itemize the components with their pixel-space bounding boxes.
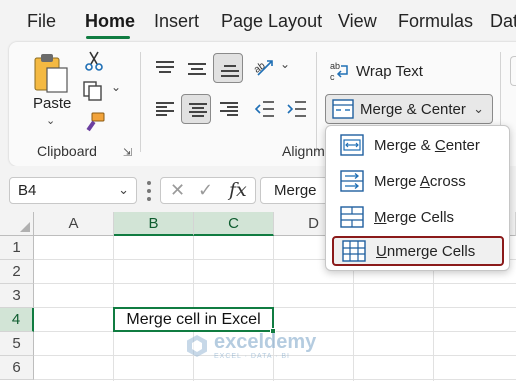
orientation-icon: ab	[252, 60, 273, 76]
menu-item-label: Merge Cells	[374, 208, 455, 226]
watermark-subtitle: EXCEL · DATA · BI	[214, 353, 290, 360]
increase-indent-icon[interactable]	[285, 100, 307, 118]
menu-item-merge-center[interactable]: Merge & Center	[332, 130, 504, 160]
column-header-b[interactable]: B	[114, 212, 194, 236]
format-painter-icon[interactable]	[84, 111, 106, 133]
tab-home[interactable]: Home	[85, 11, 135, 32]
orientation-button[interactable]: ab ⌄	[252, 55, 294, 81]
align-bottom-icon	[221, 62, 239, 77]
paste-icon	[34, 54, 68, 93]
chevron-down-icon[interactable]: ⌄	[473, 101, 484, 117]
group-separator	[316, 52, 317, 152]
tab-insert[interactable]: Insert	[154, 11, 199, 32]
merge-center-label: Merge & Center	[360, 100, 466, 118]
tab-page-layout[interactable]: Page Layout	[221, 11, 322, 32]
align-middle-button[interactable]	[181, 53, 211, 83]
align-center-button[interactable]	[181, 94, 211, 124]
cut-icon[interactable]	[84, 50, 104, 72]
select-all-button[interactable]	[0, 212, 34, 236]
chevron-down-icon: ⌄	[111, 80, 122, 94]
active-cell-b4[interactable]: Merge cell in Excel	[113, 307, 274, 332]
menu-item-merge-across[interactable]: Merge Across	[332, 166, 504, 196]
merge-dropdown-menu: Merge & Center Merge Across Merge Cells	[325, 125, 510, 271]
name-box-value: B4	[18, 182, 37, 199]
decrease-indent-icon[interactable]	[253, 100, 275, 118]
menu-item-label: Unmerge Cells	[376, 242, 476, 260]
row-header-3[interactable]: 3	[0, 284, 34, 308]
ribbon-overflow-button[interactable]	[510, 56, 516, 86]
align-right-button[interactable]	[213, 94, 243, 124]
align-top-icon	[156, 61, 174, 75]
exceldemy-logo-icon	[187, 335, 207, 357]
merge-icon	[332, 99, 354, 119]
row-header-2[interactable]: 2	[0, 260, 34, 284]
menu-item-merge-cells[interactable]: Merge Cells	[332, 202, 504, 232]
row-header-4[interactable]: 4	[0, 308, 34, 332]
gridline	[34, 307, 516, 308]
row-header-1[interactable]: 1	[0, 236, 34, 260]
merge-across-icon	[340, 170, 364, 192]
unmerge-cells-icon	[342, 240, 366, 262]
merge-cells-icon	[340, 206, 364, 228]
tab-file[interactable]: File	[27, 11, 56, 32]
align-left-button[interactable]	[149, 94, 179, 124]
chevron-down-icon: ⌄	[46, 115, 56, 127]
menu-item-label: Merge & Center	[374, 136, 480, 154]
more-options-icon[interactable]	[147, 181, 151, 201]
watermark-title: exceldemy	[214, 331, 317, 353]
svg-text:c: c	[330, 72, 335, 82]
wrap-text-label: Wrap Text	[356, 62, 423, 80]
align-middle-icon	[188, 61, 206, 75]
clipboard-group-label: Clipboard	[37, 143, 97, 159]
formula-buttons: ✕ ✓ fx	[160, 177, 256, 204]
merge-center-button[interactable]: Merge & Center ⌄	[325, 94, 493, 124]
tab-formulas[interactable]: Formulas	[398, 11, 473, 32]
dialog-launcher-icon[interactable]: ⇲	[123, 146, 132, 159]
menu-item-label: Merge Across	[374, 172, 466, 190]
align-right-icon	[220, 102, 238, 116]
tab-view[interactable]: View	[338, 11, 377, 32]
merge-center-icon	[340, 134, 364, 156]
row-header-5[interactable]: 5	[0, 332, 34, 356]
align-left-icon	[156, 102, 174, 116]
watermark: exceldemy EXCEL · DATA · BI	[186, 332, 316, 360]
paste-label: Paste	[33, 95, 72, 112]
column-header-a[interactable]: A	[34, 212, 114, 236]
copy-icon	[83, 81, 102, 101]
copy-button[interactable]: ⌄	[82, 80, 126, 104]
align-top-button[interactable]	[149, 53, 179, 83]
column-header-c[interactable]: C	[194, 212, 274, 236]
align-center-icon	[189, 103, 207, 117]
group-separator	[140, 52, 141, 152]
wrap-text-icon: ab c	[330, 61, 348, 82]
gridline	[34, 283, 516, 284]
paste-button[interactable]: Paste ⌄	[28, 50, 76, 130]
name-box[interactable]: B4 ⌄	[9, 177, 137, 204]
wrap-text-button[interactable]: ab c Wrap Text	[330, 58, 423, 84]
chevron-down-icon: ⌄	[280, 57, 291, 71]
chevron-down-icon[interactable]: ⌄	[118, 182, 129, 198]
menu-item-unmerge-cells[interactable]: Unmerge Cells	[332, 236, 504, 266]
tab-data[interactable]: Dat	[490, 11, 516, 32]
row-header-6[interactable]: 6	[0, 356, 34, 380]
active-tab-indicator	[86, 36, 130, 39]
enter-icon[interactable]: ✓	[198, 180, 213, 201]
svg-text:ab: ab	[330, 61, 340, 71]
menu-tabs: File Home Insert Page Layout View Formul…	[0, 0, 516, 42]
align-bottom-button[interactable]	[213, 53, 243, 83]
cancel-icon[interactable]: ✕	[170, 180, 185, 201]
gridline	[34, 379, 516, 380]
insert-function-icon[interactable]: fx	[229, 179, 247, 201]
